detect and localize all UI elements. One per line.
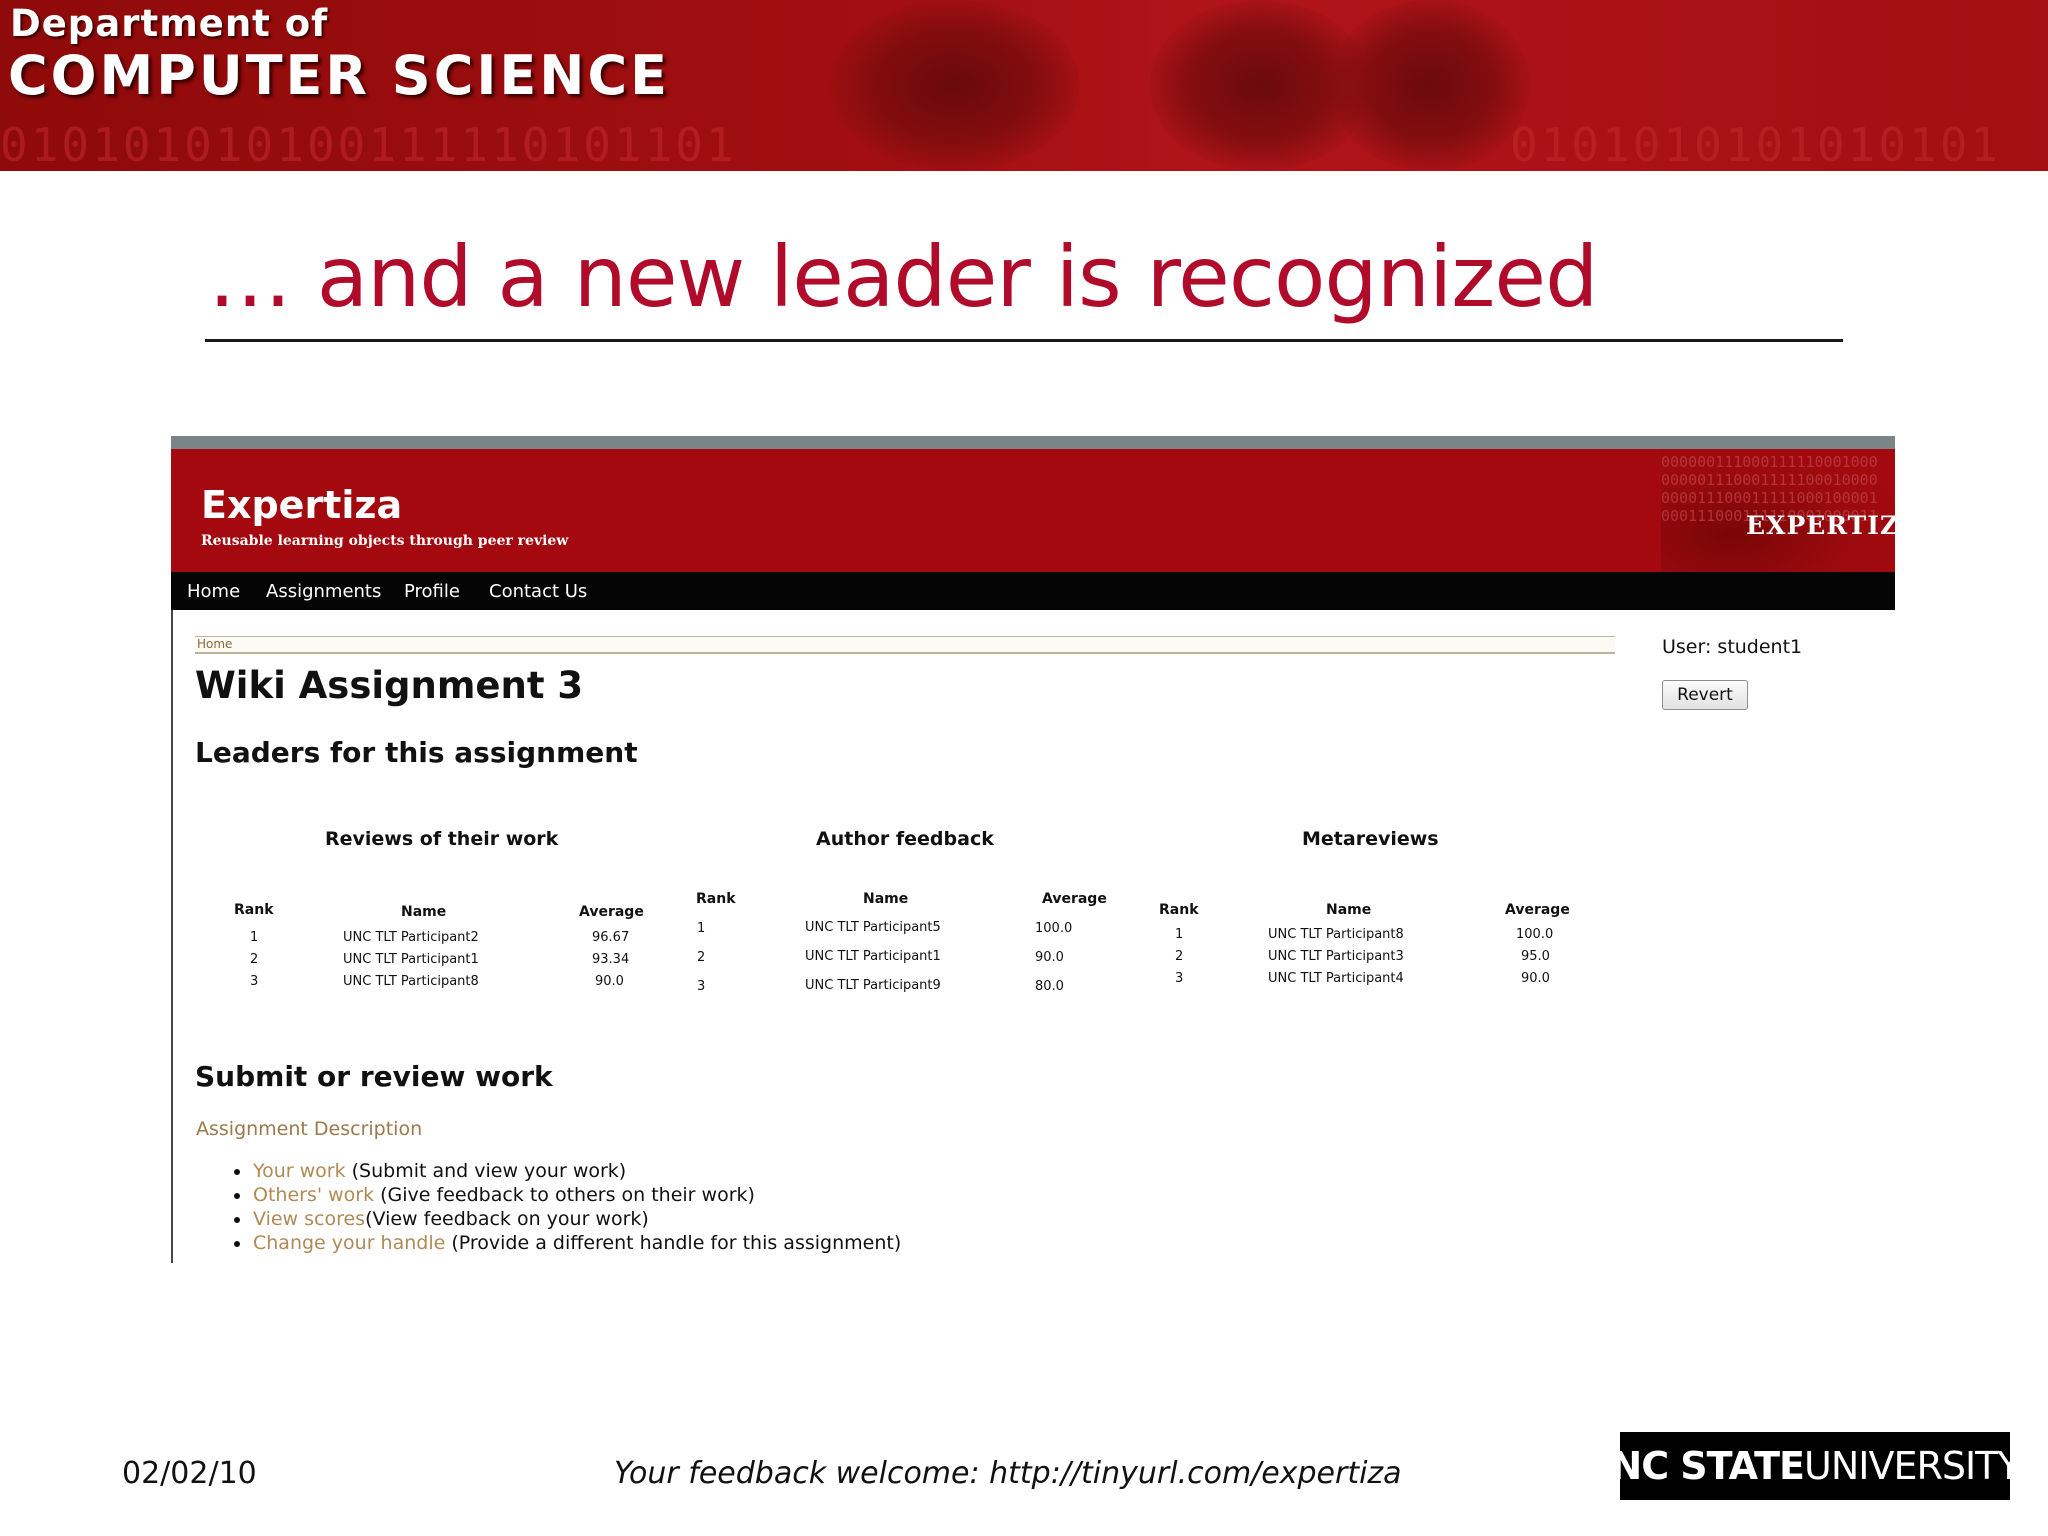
leader-rank: 3 [697, 979, 706, 994]
app-name: Expertiza [201, 483, 403, 527]
task-description: (Provide a different handle for this ass… [445, 1232, 902, 1254]
footer-feedback-text: Your feedback welcome: http://tinyurl.co… [614, 1456, 1402, 1491]
expertiza-screenshot: Expertiza Reusable learning objects thro… [171, 436, 1919, 1263]
revert-button[interactable]: Revert [1662, 680, 1748, 710]
leaders-group-title: Author feedback [816, 828, 994, 850]
leader-average: 100.0 [1516, 927, 1554, 942]
view-scores-link[interactable]: View scores [253, 1208, 365, 1230]
leader-rank: 1 [697, 921, 706, 936]
column-header-name: Name [863, 891, 909, 907]
breadcrumb-home-link[interactable]: Home [197, 637, 232, 651]
task-description: (Give feedback to others on their work) [374, 1184, 755, 1206]
leader-rank: 1 [1175, 927, 1184, 942]
leader-rank: 2 [697, 950, 706, 965]
change-handle-link[interactable]: Change your handle [253, 1232, 445, 1254]
leader-name: UNC TLT Participant1 [805, 949, 941, 964]
column-header-rank: Rank [1159, 902, 1199, 918]
app-tagline: Reusable learning objects through peer r… [201, 533, 569, 549]
leader-average: 90.0 [1035, 950, 1064, 965]
leader-average: 100.0 [1035, 921, 1073, 936]
ncsu-logo-light: UNIVERSITY [1804, 1444, 2021, 1488]
leader-average: 90.0 [595, 974, 624, 989]
banner-binary-right: 0101010101010101 [1510, 118, 2002, 171]
wolf-image [830, 0, 1080, 171]
leader-rank: 2 [250, 952, 259, 967]
department-label: Department of [10, 2, 329, 45]
leader-name: UNC TLT Participant3 [1268, 949, 1404, 964]
leader-average: 90.0 [1521, 971, 1550, 986]
leader-name: UNC TLT Participant5 [805, 920, 941, 935]
current-user-label: User: student1 [1662, 636, 1803, 658]
submit-review-heading: Submit or review work [195, 1060, 553, 1093]
others-work-link[interactable]: Others' work [253, 1184, 374, 1206]
slide-title: … and a new leader is recognized [208, 228, 1598, 326]
column-header-name: Name [1326, 902, 1372, 918]
expertiza-logo: EXPERTIZA [1746, 511, 1920, 540]
window-top-bar [171, 436, 1895, 449]
department-name: COMPUTER SCIENCE [8, 44, 671, 107]
leader-average: 96.67 [592, 930, 630, 945]
leader-name: UNC TLT Participant9 [805, 978, 941, 993]
leaders-group-title: Reviews of their work [325, 828, 559, 850]
banner-binary-left: 010101010100111110101101 [0, 118, 737, 171]
column-header-rank: Rank [234, 902, 274, 918]
footer-date: 02/02/10 [122, 1456, 257, 1491]
task-list: Your work (Submit and view your work) Ot… [231, 1160, 901, 1256]
title-divider [205, 339, 1843, 342]
department-banner: 010101010100111110101101 010101010101010… [0, 0, 2048, 171]
list-item: Others' work (Give feedback to others on… [231, 1184, 901, 1208]
breadcrumb: Home [195, 636, 1615, 654]
app-header: Expertiza Reusable learning objects thro… [171, 449, 1919, 572]
leaders-group-title: Metareviews [1302, 828, 1439, 850]
nav-assignments[interactable]: Assignments [266, 581, 381, 602]
ncsu-logo-bold: NC STATE [1610, 1444, 1805, 1488]
your-work-link[interactable]: Your work [253, 1160, 346, 1182]
list-item: Change your handle (Provide a different … [231, 1232, 901, 1256]
leaders-heading: Leaders for this assignment [195, 736, 638, 769]
assignment-description-link[interactable]: Assignment Description [196, 1118, 422, 1140]
column-header-name: Name [401, 904, 447, 920]
leader-name: UNC TLT Participant8 [1268, 927, 1404, 942]
list-item: Your work (Submit and view your work) [231, 1160, 901, 1184]
leader-name: UNC TLT Participant8 [343, 974, 479, 989]
leader-rank: 3 [1175, 971, 1184, 986]
leader-name: UNC TLT Participant4 [1268, 971, 1404, 986]
leader-name: UNC TLT Participant2 [343, 930, 479, 945]
ncsu-logo: NC STATE UNIVERSITY [1610, 1432, 2021, 1500]
leader-average: 93.34 [592, 952, 630, 967]
nav-home[interactable]: Home [187, 581, 240, 602]
column-header-average: Average [579, 904, 644, 920]
task-description: (Submit and view your work) [345, 1160, 627, 1182]
wolf-image [1330, 0, 1530, 171]
column-header-rank: Rank [696, 891, 736, 907]
leader-average: 80.0 [1035, 979, 1064, 994]
list-item: View scores(View feedback on your work) [231, 1208, 901, 1232]
leader-name: UNC TLT Participant1 [343, 952, 479, 967]
column-header-average: Average [1042, 891, 1107, 907]
leader-average: 95.0 [1521, 949, 1550, 964]
main-nav: Home Assignments Profile Contact Us [171, 572, 1895, 610]
leader-rank: 1 [250, 930, 259, 945]
nav-profile[interactable]: Profile [404, 581, 460, 602]
nav-contact-us[interactable]: Contact Us [489, 581, 587, 602]
leader-rank: 3 [250, 974, 259, 989]
leader-rank: 2 [1175, 949, 1184, 964]
content-left-border [171, 610, 173, 1263]
column-header-average: Average [1505, 902, 1570, 918]
page-title: Wiki Assignment 3 [195, 664, 584, 707]
task-description: (View feedback on your work) [365, 1208, 649, 1230]
